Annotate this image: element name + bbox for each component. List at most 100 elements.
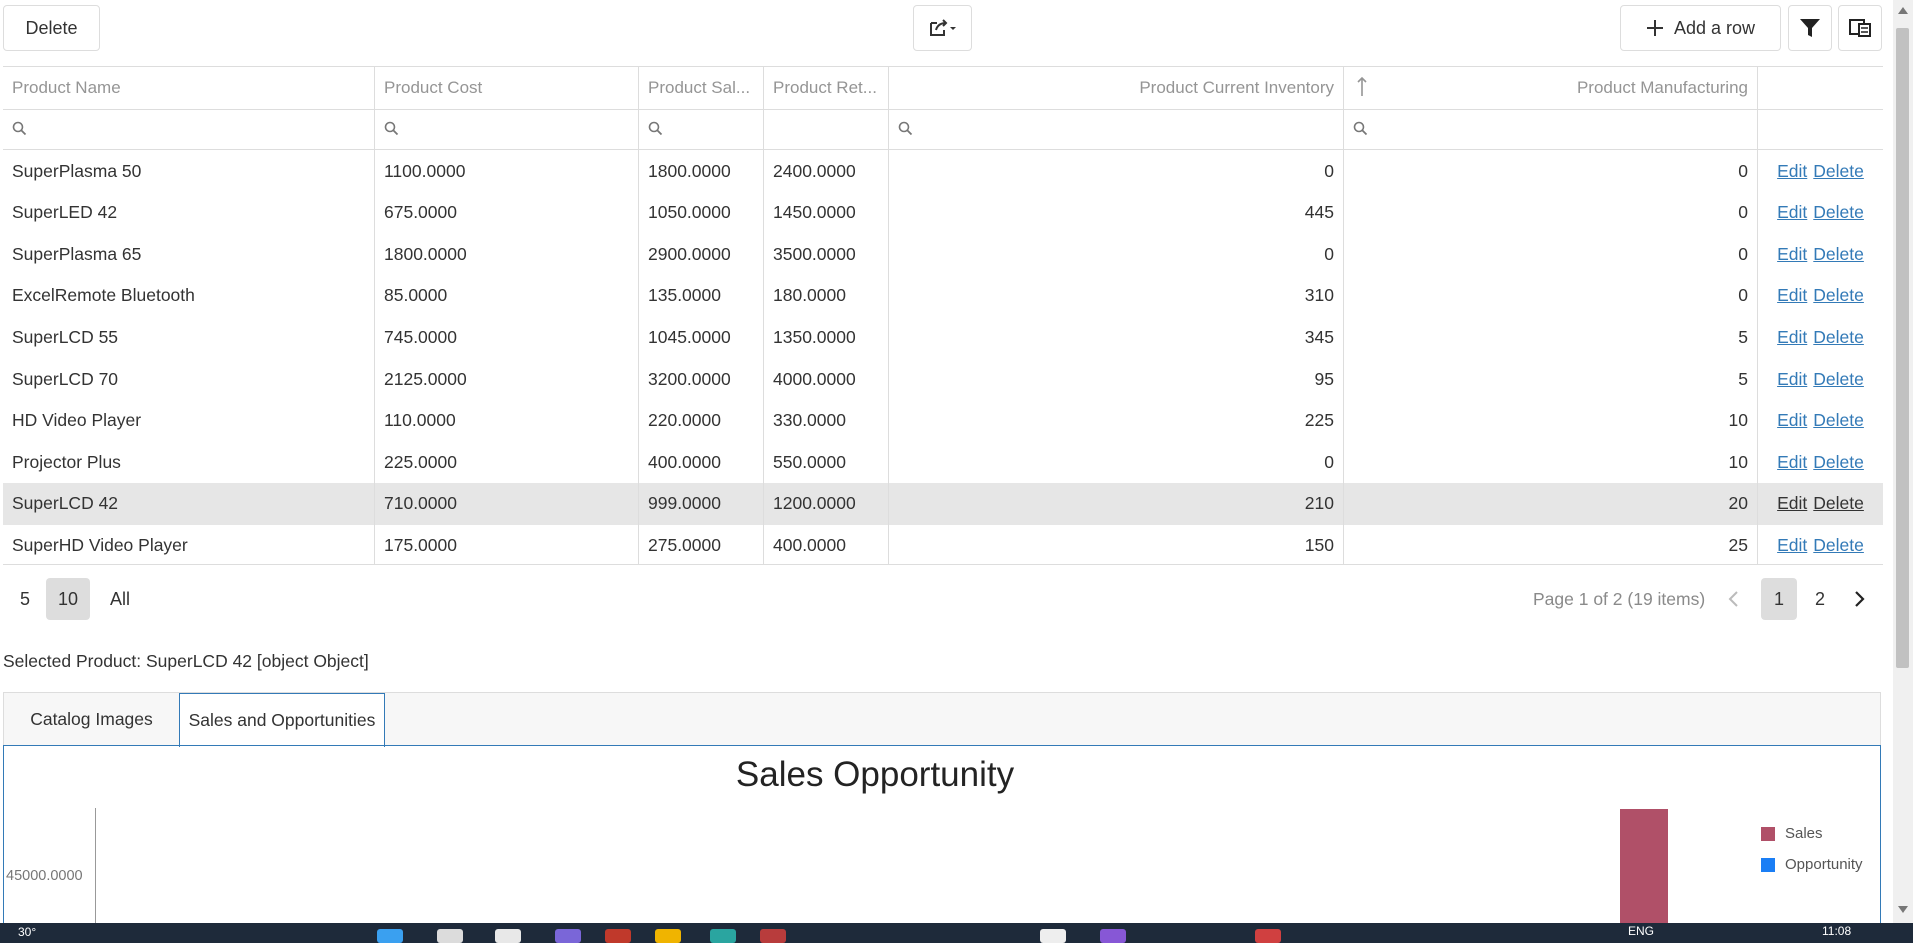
cell-product-manufacturing[interactable]: 10 [1344,399,1758,442]
cell-product-retail[interactable]: 550.0000 [764,441,889,484]
cell-product-name[interactable]: SuperLCD 42 [3,482,375,525]
edit-link[interactable]: Edit [1777,327,1807,348]
cell-product-name[interactable]: SuperPlasma 50 [3,150,375,192]
table-row[interactable]: SuperLCD 55 745.0000 1045.0000 1350.0000 345… [3,316,1883,359]
delete-link[interactable]: Delete [1813,202,1864,223]
edit-link[interactable]: Edit [1777,285,1807,306]
column-chooser-button[interactable] [1838,5,1882,51]
table-row[interactable]: HD Video Player 110.0000 220.0000 330.0000 2… [3,399,1883,442]
page-2-button[interactable]: 2 [1802,578,1838,620]
weather-temperature[interactable]: 30° [18,925,36,939]
delete-link[interactable]: Delete [1813,410,1864,431]
edit-link[interactable]: Edit [1777,410,1807,431]
edit-link[interactable]: Edit [1777,535,1807,556]
delete-link[interactable]: Delete [1813,327,1864,348]
delete-link[interactable]: Delete [1813,244,1864,265]
filter-button[interactable] [1788,5,1832,51]
cell-product-name[interactable]: ExcelRemote Bluetooth [3,274,375,317]
cell-product-retail[interactable]: 400.0000 [764,524,889,564]
cell-product-manufacturing[interactable]: 25 [1344,524,1758,564]
edit-link[interactable]: Edit [1777,244,1807,265]
cell-product-inventory[interactable]: 95 [889,358,1344,400]
delete-link[interactable]: Delete [1813,161,1864,182]
cell-product-sale[interactable]: 999.0000 [639,482,764,525]
column-header-product-cost[interactable]: Product Cost [375,67,639,109]
page-size-all[interactable]: All [98,578,142,620]
cell-product-cost[interactable]: 1100.0000 [375,150,639,192]
cell-product-retail[interactable]: 2400.0000 [764,150,889,192]
cell-product-cost[interactable]: 85.0000 [375,274,639,317]
page-size-5[interactable]: 5 [3,578,47,620]
cell-product-name[interactable]: HD Video Player [3,399,375,442]
cell-product-cost[interactable]: 745.0000 [375,316,639,359]
cell-product-name[interactable]: SuperHD Video Player [3,524,375,564]
cell-product-inventory[interactable]: 0 [889,233,1344,276]
edit-link[interactable]: Edit [1777,452,1807,473]
cell-product-inventory[interactable]: 0 [889,150,1344,192]
cell-product-manufacturing[interactable]: 10 [1344,441,1758,484]
cell-product-sale[interactable]: 1800.0000 [639,150,764,192]
column-header-product-manufacturing[interactable]: Product Manufacturing [1344,67,1758,109]
cell-product-retail[interactable]: 180.0000 [764,274,889,317]
table-row[interactable]: SuperPlasma 50 1100.0000 1800.0000 2400.000… [3,150,1883,192]
filter-cell-product-manufacturing[interactable] [1344,108,1758,149]
cell-product-sale[interactable]: 1045.0000 [639,316,764,359]
cell-product-sale[interactable]: 400.0000 [639,441,764,484]
delete-link[interactable]: Delete [1813,493,1864,514]
cell-product-sale[interactable]: 2900.0000 [639,233,764,276]
edit-link[interactable]: Edit [1777,369,1807,390]
delete-link[interactable]: Delete [1813,452,1864,473]
cell-product-sale[interactable]: 275.0000 [639,524,764,564]
legend-item-sales[interactable]: Sales [1761,825,1823,842]
column-header-product-current-inventory[interactable]: Product Current Inventory [889,67,1344,109]
cell-product-retail[interactable]: 330.0000 [764,399,889,442]
cell-product-inventory[interactable]: 225 [889,399,1344,442]
cell-product-inventory[interactable]: 210 [889,482,1344,525]
cell-product-sale[interactable]: 220.0000 [639,399,764,442]
edit-link[interactable]: Edit [1777,161,1807,182]
cell-product-retail[interactable]: 4000.0000 [764,358,889,400]
cell-product-manufacturing[interactable]: 0 [1344,233,1758,276]
scroll-down-arrow-icon[interactable] [1898,906,1908,914]
scroll-up-arrow-icon[interactable] [1898,6,1908,14]
cell-product-sale[interactable]: 135.0000 [639,274,764,317]
cell-product-retail[interactable]: 1200.0000 [764,482,889,525]
cell-product-cost[interactable]: 110.0000 [375,399,639,442]
clock-time[interactable]: 11:08 [1822,924,1851,938]
cell-product-inventory[interactable]: 150 [889,524,1344,564]
filter-cell-product-inventory[interactable] [889,108,1344,149]
cell-product-manufacturing[interactable]: 0 [1344,274,1758,317]
table-row[interactable]: SuperLCD 42 710.0000 999.0000 1200.0000 210 2… [3,482,1883,525]
file-taskbar-icon[interactable] [495,929,521,943]
table-row[interactable]: SuperPlasma 65 1800.0000 2900.0000 3500.000… [3,233,1883,276]
app3-taskbar-icon[interactable] [1255,929,1281,943]
cell-product-sale[interactable]: 1050.0000 [639,191,764,234]
search-taskbar-icon[interactable] [437,929,463,943]
cell-product-inventory[interactable]: 445 [889,191,1344,234]
vs-taskbar-icon[interactable] [1100,929,1126,943]
column-header-product-name[interactable]: Product Name [3,67,375,109]
delete-button[interactable]: Delete [3,5,100,51]
delete-link[interactable]: Delete [1813,535,1864,556]
edit-link[interactable]: Edit [1777,202,1807,223]
edit-link[interactable]: Edit [1777,493,1807,514]
cell-product-inventory[interactable]: 0 [889,441,1344,484]
cell-product-inventory[interactable]: 310 [889,274,1344,317]
cell-product-name[interactable]: SuperPlasma 65 [3,233,375,276]
cell-product-cost[interactable]: 1800.0000 [375,233,639,276]
cell-product-sale[interactable]: 3200.0000 [639,358,764,400]
cell-product-retail[interactable]: 1450.0000 [764,191,889,234]
cell-product-cost[interactable]: 2125.0000 [375,358,639,400]
cell-product-manufacturing[interactable]: 5 [1344,358,1758,400]
delete-link[interactable]: Delete [1813,369,1864,390]
export-button[interactable] [913,5,972,51]
tab-sales-and-opportunities[interactable]: Sales and Opportunities [179,693,385,747]
folder-taskbar-icon[interactable] [655,929,681,943]
language-indicator[interactable]: ENG [1628,924,1654,938]
cell-product-manufacturing[interactable]: 5 [1344,316,1758,359]
tab-catalog-images[interactable]: Catalog Images [4,693,179,746]
cell-product-name[interactable]: Projector Plus [3,441,375,484]
cell-product-cost[interactable]: 225.0000 [375,441,639,484]
cell-product-inventory[interactable]: 345 [889,316,1344,359]
cell-product-manufacturing[interactable]: 0 [1344,150,1758,192]
